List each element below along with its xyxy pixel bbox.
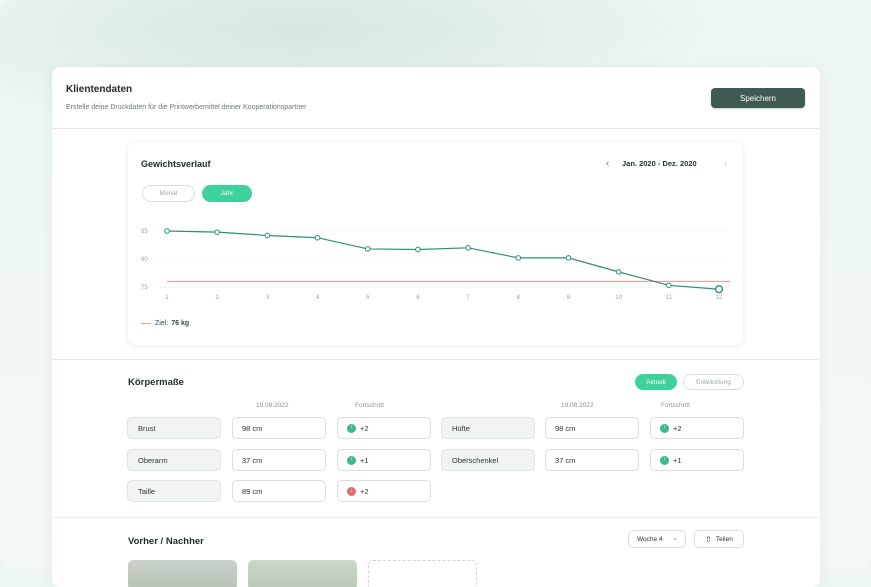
x-tick-label: 9 <box>567 295 571 301</box>
measure-progress-oberarm: ↑ +1 <box>337 449 431 471</box>
y-tick-label: 75 <box>141 285 148 291</box>
progress-value: +2 <box>673 423 682 433</box>
data-point[interactable] <box>314 234 321 241</box>
goal-legend-label: Ziel: <box>155 320 169 327</box>
share-label: Teilen <box>715 535 733 543</box>
measure-value-oberschenkel[interactable]: 37 cm <box>545 449 639 471</box>
x-tick-label: 10 <box>615 295 622 301</box>
measure-value-taille[interactable]: 89 cm <box>232 480 326 502</box>
data-point[interactable] <box>565 255 572 261</box>
after-photo-thumbnail[interactable] <box>248 560 357 587</box>
weight-line-chart: 8580751 2 3 4 5 6 7 8 9 10 11 12 <box>141 228 730 301</box>
date-range-label: Jan. 2020 - Dez. 2020 <box>622 159 697 168</box>
section-divider <box>52 359 820 360</box>
add-photo-placeholder[interactable] <box>368 560 477 587</box>
goal-legend-swatch <box>141 322 151 325</box>
x-tick-label: 3 <box>266 295 270 301</box>
section-divider <box>52 517 820 518</box>
progress-value: +1 <box>673 455 682 465</box>
chevron-right-icon[interactable]: › <box>724 158 727 169</box>
column-header-date: 19.08.2022 <box>561 402 594 409</box>
x-tick-label: 6 <box>416 295 420 301</box>
y-tick-label: 85 <box>141 229 148 235</box>
client-data-card: Klientendaten Erstelle deine Druckdaten … <box>52 67 820 587</box>
progress-value: +1 <box>360 455 369 465</box>
goal-legend-value: 76 kg <box>171 320 190 327</box>
section-title-koerpermasse: Körpermaße <box>128 377 184 388</box>
arrow-up-icon: ↑ <box>660 455 669 465</box>
progress-value: +2 <box>360 423 369 433</box>
arrow-down-icon: ↓ <box>347 486 356 496</box>
x-tick-label: 4 <box>316 295 320 301</box>
arrow-up-icon: ↑ <box>347 423 356 433</box>
chevron-left-icon[interactable]: ‹ <box>606 158 609 169</box>
x-tick-label: 8 <box>517 295 521 301</box>
x-tick-label: 7 <box>466 295 470 301</box>
x-tick-label: 5 <box>366 295 370 301</box>
week-select[interactable]: Woche 4 ⌄ <box>628 530 686 548</box>
arrow-up-icon: ↑ <box>347 455 356 465</box>
measure-progress-oberschenkel: ↑ +1 <box>650 449 744 471</box>
section-title-vorher-nachher: Vorher / Nachher <box>128 536 204 547</box>
measure-value-brust[interactable]: 98 cm <box>232 417 326 439</box>
measure-label-oberschenkel: Oberschenkel <box>441 449 535 471</box>
arrow-up-icon: ↑ <box>660 423 669 433</box>
page-title: Klientendaten <box>66 84 133 95</box>
before-photo-thumbnail[interactable] <box>128 560 237 587</box>
measure-label-oberarm: Oberarm <box>127 449 221 471</box>
card-header: Klientendaten Erstelle deine Druckdaten … <box>52 67 820 129</box>
tab-entwicklung[interactable]: Entwicklung <box>683 374 744 390</box>
x-tick-label: 2 <box>216 295 220 301</box>
page-subtitle: Erstelle deine Druckdaten für die Printw… <box>66 104 307 111</box>
data-point[interactable] <box>615 269 622 275</box>
tab-aktuell[interactable]: Aktuell <box>635 374 677 390</box>
measure-progress-taille: ↓ +2 <box>337 480 431 502</box>
progress-value: +2 <box>360 486 369 496</box>
save-button[interactable]: Speichern <box>711 88 805 108</box>
column-header-progress: Fortschritt <box>661 402 690 409</box>
measure-label-huefte: Hüfte <box>441 417 535 439</box>
data-point[interactable] <box>666 282 672 289</box>
measure-progress-huefte: ↑ +2 <box>650 417 744 439</box>
x-tick-label: 1 <box>165 295 169 301</box>
goal-legend: Ziel: 76 kg <box>141 320 189 327</box>
share-button[interactable]: ⇧ Teilen <box>694 530 744 548</box>
data-point[interactable] <box>515 255 522 261</box>
y-tick-label: 80 <box>141 257 148 263</box>
measure-value-huefte[interactable]: 98 cm <box>545 417 639 439</box>
data-point[interactable] <box>164 228 170 234</box>
weight-series-line <box>166 230 720 290</box>
measure-label-taille: Taille <box>127 480 221 502</box>
week-select-value: Woche 4 <box>637 535 663 543</box>
data-point[interactable] <box>465 245 471 251</box>
chevron-down-icon: ⌄ <box>672 535 678 542</box>
toggle-monat[interactable]: Monat <box>142 185 195 202</box>
data-point[interactable] <box>415 246 421 253</box>
column-header-progress: Fortschritt <box>355 402 384 409</box>
data-point[interactable] <box>214 229 220 235</box>
measure-progress-brust: ↑ +2 <box>337 417 431 439</box>
measure-value-oberarm[interactable]: 37 cm <box>232 449 326 471</box>
data-point[interactable] <box>364 246 371 252</box>
x-tick-label: 12 <box>716 295 723 301</box>
toggle-jahr[interactable]: Jahr <box>202 185 252 202</box>
data-point[interactable] <box>714 285 724 294</box>
share-icon: ⇧ <box>705 534 712 544</box>
data-point[interactable] <box>264 232 271 239</box>
weight-chart-card: Gewichtsverlauf ‹ Jan. 2020 - Dez. 2020 … <box>128 142 743 345</box>
chart-title: Gewichtsverlauf <box>141 159 211 169</box>
column-header-date: 19.08.2022 <box>256 402 289 409</box>
x-tick-label: 11 <box>666 295 673 301</box>
measure-label-brust: Brust <box>127 417 221 439</box>
